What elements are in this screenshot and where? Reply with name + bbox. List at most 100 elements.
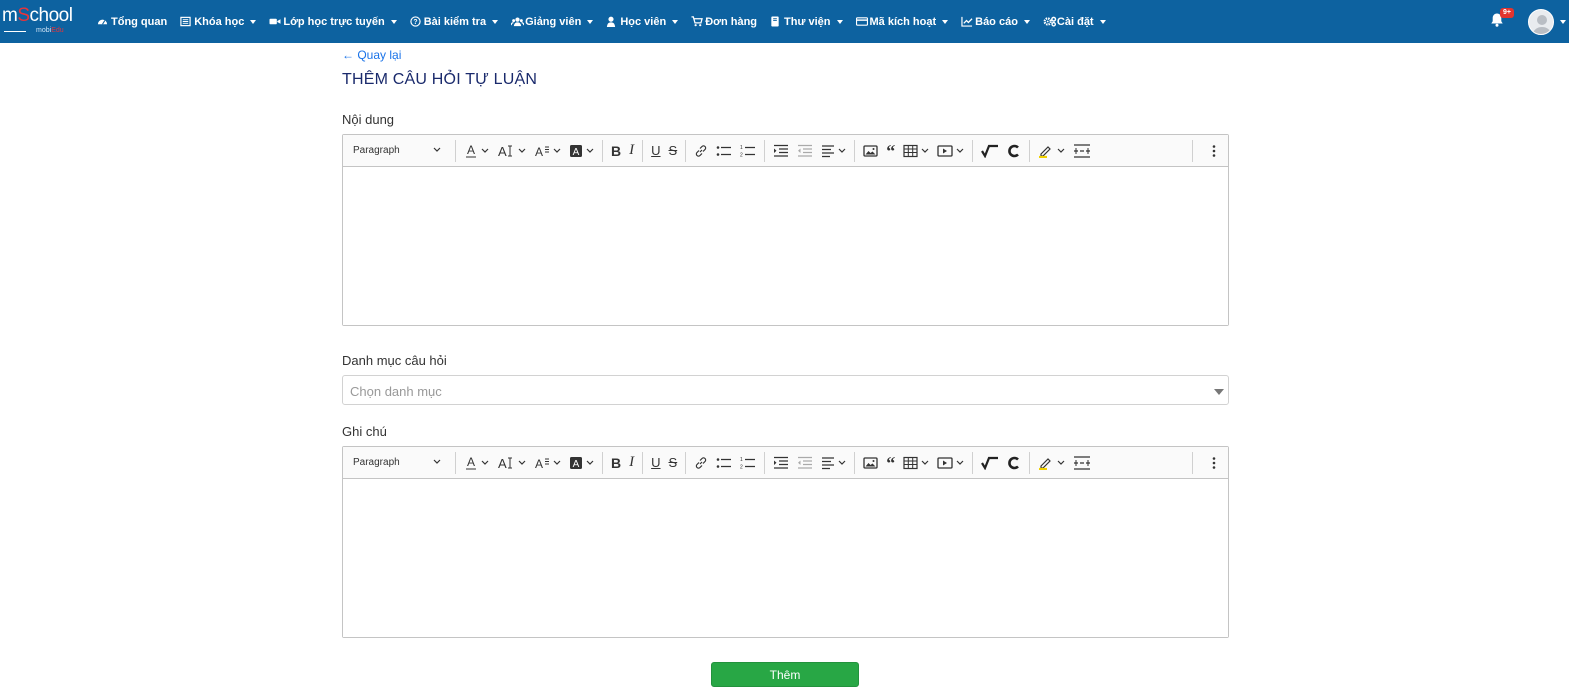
underline-icon: U [651,143,661,158]
underline-button[interactable]: U [647,140,664,162]
math-formula-button[interactable] [977,140,1003,162]
background-color-button[interactable]: A [565,452,598,474]
strikethrough-button[interactable]: S [665,140,682,162]
nav-item-cogs[interactable]: Cài đặt [1043,16,1106,28]
toolbar-separator [642,139,644,162]
submit-button[interactable]: Thêm [711,662,859,687]
chevron-down-icon [835,148,846,154]
underline-button[interactable]: U [647,452,664,474]
avatar[interactable] [1528,9,1554,35]
content-editor-body[interactable] [343,167,1228,325]
font-size-icon: A [497,456,515,470]
caret-down-icon [587,19,594,24]
link-button[interactable] [690,140,712,162]
note-editor-body[interactable] [343,479,1228,637]
numbered-list-button[interactable]: 12 [736,452,760,474]
video-icon [269,16,281,27]
bulleted-list-button[interactable] [712,452,736,474]
table-icon [903,144,918,158]
italic-button[interactable]: I [625,140,638,162]
blockquote-button[interactable]: “ [882,140,899,162]
table-button[interactable] [899,140,933,162]
chevron-down-icon [515,460,526,466]
numbered-list-button[interactable]: 12 [736,140,760,162]
note-editor-toolbar: Paragraph A A A A B I U S 1 2 “ [343,447,1228,479]
nav-item-label: Giảng viên [525,15,582,28]
outdent-button[interactable] [793,452,817,474]
background-color-button[interactable]: A [565,140,598,162]
link-button[interactable] [690,452,712,474]
page-break-button[interactable] [1069,140,1095,162]
nav-item-video[interactable]: Lớp học trực tuyến [269,16,397,28]
chevron-down-icon [430,145,441,156]
font-color-button[interactable]: A [460,452,493,474]
toolbar-separator [685,139,687,162]
image-button[interactable] [859,452,882,474]
back-link[interactable]: ← Quay lại [342,48,401,62]
paragraph-format-dropdown[interactable]: Paragraph [353,145,451,156]
outdent-icon [797,144,813,158]
font-family-button[interactable]: A [530,140,565,162]
font-size-button[interactable]: A [493,140,530,162]
paragraph-format-dropdown[interactable]: Paragraph [353,457,451,468]
italic-button[interactable]: I [625,452,638,474]
font-size-button[interactable]: A [493,452,530,474]
media-embed-button[interactable] [933,140,968,162]
logo-text: mSchool [2,5,73,26]
page-break-icon [1073,455,1091,470]
nav-item-book[interactable]: Thư viện [770,16,843,28]
chevron-down-icon[interactable] [1560,20,1566,24]
underline-icon: U [651,455,661,470]
table-button[interactable] [899,452,933,474]
category-select[interactable]: Chọn danh mục [342,375,1229,405]
align-icon [821,456,835,470]
strikethrough-button[interactable]: S [665,452,682,474]
note-editor[interactable]: Paragraph A A A A B I U S 1 2 “ [342,446,1229,638]
align-button[interactable] [817,140,850,162]
nav-item-cart[interactable]: Đơn hàng [691,16,757,28]
notification-badge: 9+ [1500,8,1514,18]
more-options-button[interactable] [1208,140,1220,162]
svg-text:2: 2 [740,464,743,470]
font-color-button[interactable]: A [460,140,493,162]
svg-text:?: ? [413,19,417,26]
highlight-icon [1038,456,1054,470]
indent-button[interactable] [769,452,793,474]
image-button[interactable] [859,140,882,162]
page-break-button[interactable] [1069,452,1095,474]
background-color-icon: A [569,456,583,470]
align-button[interactable] [817,452,850,474]
highlight-button[interactable] [1034,452,1069,474]
bold-button[interactable]: B [607,452,625,474]
font-family-button[interactable]: A [530,452,565,474]
nav-item-chart[interactable]: Báo cáo [961,16,1030,28]
content-editor[interactable]: Paragraph A A A A B I U S 1 2 “ [342,134,1229,326]
nav-item-question[interactable]: ? Bài kiểm tra [410,16,499,28]
chemistry-button[interactable] [1003,140,1025,162]
book-icon [770,16,781,27]
bold-button[interactable]: B [607,140,625,162]
numbered-list-icon: 12 [740,456,756,470]
nav-item-card[interactable]: Mã kích hoạt [855,16,949,28]
math-formula-button[interactable] [977,452,1003,474]
blockquote-button[interactable]: “ [882,452,899,474]
logo[interactable]: mSchool mobiEdu [2,6,82,36]
bulleted-list-button[interactable] [712,140,736,162]
chemistry-button[interactable] [1003,452,1025,474]
nav-item-users[interactable]: Giảng viên [510,15,594,28]
chevron-down-icon [478,460,489,466]
blockquote-icon: “ [886,452,896,473]
font-color-icon: A [464,456,478,470]
outdent-button[interactable] [793,140,817,162]
nav-item-list[interactable]: Khóa học [180,16,257,28]
more-options-button[interactable] [1208,452,1220,474]
toolbar-separator [854,139,856,162]
highlight-button[interactable] [1034,140,1069,162]
nav-item-dashboard[interactable]: Tổng quan [97,16,167,28]
chemistry-icon [1007,456,1021,470]
media-embed-button[interactable] [933,452,968,474]
toolbar-separator [854,451,856,474]
nav-item-user[interactable]: Học viên [606,16,679,28]
chevron-down-icon [550,148,561,154]
indent-button[interactable] [769,140,793,162]
